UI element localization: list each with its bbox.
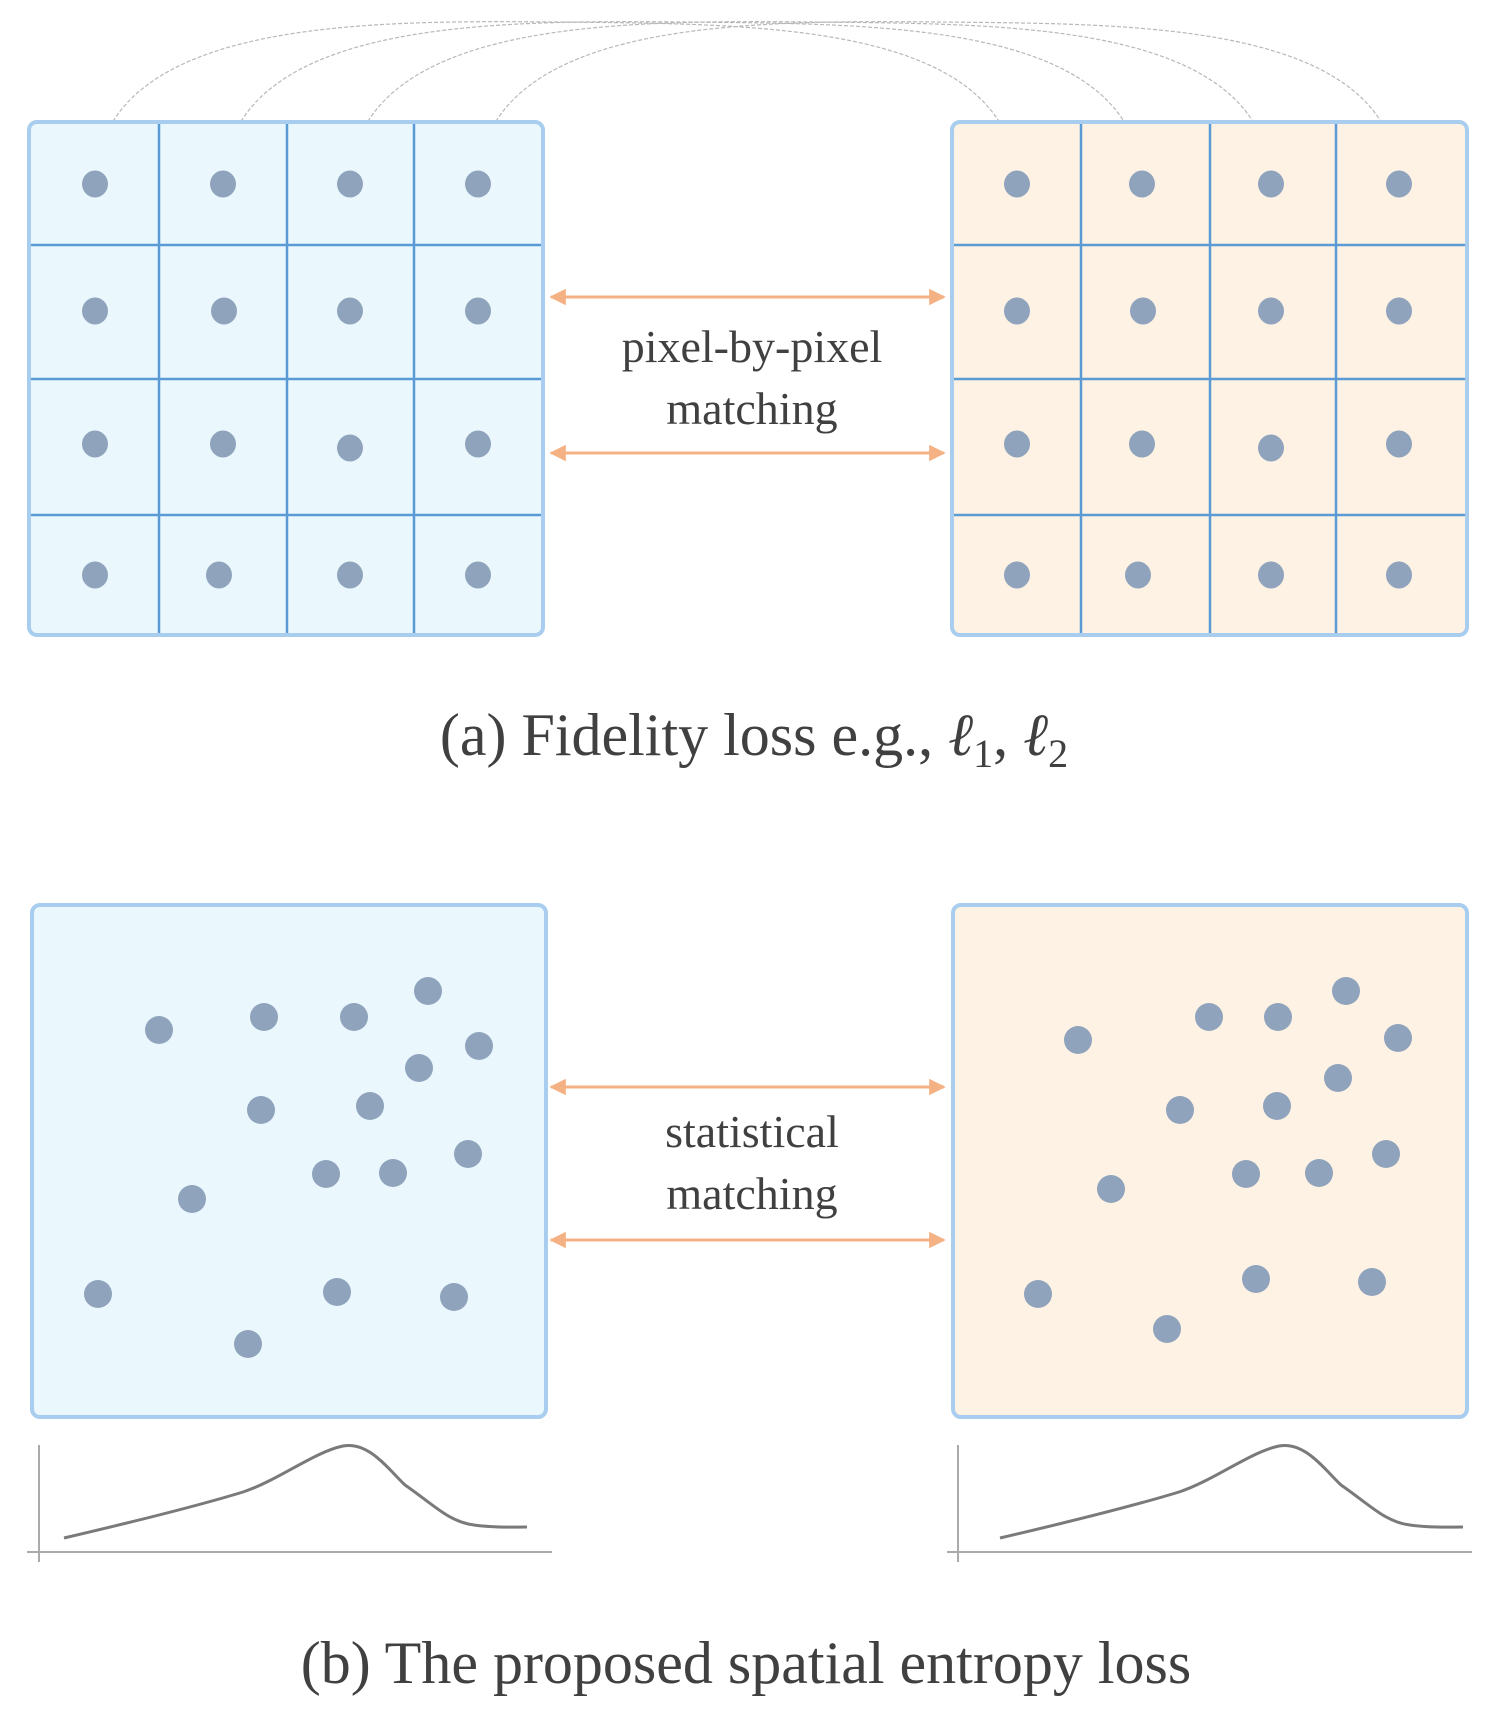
pixel-point: [206, 561, 232, 589]
pixel-point: [1125, 561, 1151, 589]
scatter-point: [1384, 1024, 1412, 1052]
scatter-point: [454, 1140, 482, 1168]
caption-a: (a) Fidelity loss e.g., ℓ1, ℓ2: [440, 700, 1068, 776]
pixel-point: [465, 561, 491, 589]
pixel-point: [82, 297, 108, 325]
scatter-point: [1372, 1140, 1400, 1168]
pixel-point: [1386, 561, 1412, 589]
scatter-point: [1358, 1268, 1386, 1296]
pixel-point: [1386, 170, 1412, 198]
matching-label-a: matching: [666, 383, 837, 434]
pixel-point: [337, 170, 363, 198]
scatter-point: [379, 1159, 407, 1187]
scatter-point: [234, 1330, 262, 1358]
pixel-point: [210, 170, 236, 198]
pixel-point: [1258, 561, 1284, 589]
matching-label-b: matching: [666, 1168, 837, 1219]
pixel-point: [1004, 561, 1030, 589]
subscript-2: 2: [1048, 731, 1068, 776]
scatter-point: [1064, 1026, 1092, 1054]
scatter-point: [356, 1092, 384, 1120]
pixel-point: [1386, 297, 1412, 325]
scatter-point: [1264, 1003, 1292, 1031]
figure: pixel-by-pixel matching (a) Fidelity los…: [27, 21, 1472, 1696]
pixel-point: [1004, 297, 1030, 325]
pixel-point: [465, 297, 491, 325]
scatter-point: [340, 1003, 368, 1031]
pixel-point: [82, 430, 108, 458]
scatter-point: [1166, 1096, 1194, 1124]
density-curve: [999, 1443, 1464, 1540]
scatter-point: [1232, 1160, 1260, 1188]
scatter-point: [1305, 1159, 1333, 1187]
panel-a-fidelity-loss: pixel-by-pixel matching (a) Fidelity los…: [27, 21, 1469, 776]
pixel-point: [1130, 297, 1156, 325]
scatter-point: [440, 1283, 468, 1311]
scatter-point: [323, 1278, 351, 1306]
scatter-point: [1024, 1280, 1052, 1308]
pixel-point: [1129, 170, 1155, 198]
pixel-point: [1386, 430, 1412, 458]
target-distribution-plot: [947, 1443, 1472, 1562]
scatter-point: [1263, 1092, 1291, 1120]
pixel-point: [210, 430, 236, 458]
scatter-point: [1195, 1003, 1223, 1031]
caption-a-separator: ,: [993, 702, 1023, 768]
scatter-point: [145, 1016, 173, 1044]
pixel-point: [1004, 170, 1030, 198]
pixel-point: [337, 297, 363, 325]
pixel-point: [337, 561, 363, 589]
caption-a-text: (a) Fidelity loss e.g.,: [440, 702, 948, 768]
pixel-point: [1258, 297, 1284, 325]
scatter-point: [247, 1096, 275, 1124]
scatter-point: [178, 1185, 206, 1213]
scatter-point: [312, 1160, 340, 1188]
scatter-point: [84, 1280, 112, 1308]
pixel-point: [211, 297, 237, 325]
pixel-by-pixel-label: pixel-by-pixel: [622, 321, 883, 372]
pixel-point: [1129, 430, 1155, 458]
scatter-point: [1332, 977, 1360, 1005]
pixel-point: [337, 434, 363, 462]
subscript-1: 1: [973, 731, 993, 776]
ell-1-symbol: ℓ: [948, 700, 973, 770]
scatter-point: [405, 1054, 433, 1082]
pixel-point: [1258, 170, 1284, 198]
pixel-point: [1004, 430, 1030, 458]
ell-2-symbol: ℓ: [1023, 700, 1048, 770]
scatter-point: [250, 1003, 278, 1031]
statistical-label: statistical: [665, 1106, 839, 1157]
pixel-point: [465, 170, 491, 198]
target-pixel-grid: [950, 120, 1469, 637]
pixel-point: [82, 561, 108, 589]
caption-b: (b) The proposed spatial entropy loss: [301, 1630, 1191, 1696]
scatter-point: [465, 1032, 493, 1060]
scatter-point: [1242, 1265, 1270, 1293]
scatter-point: [1153, 1315, 1181, 1343]
source-pixel-grid: [27, 120, 545, 637]
source-distribution-plot: [27, 1443, 552, 1562]
density-curve: [63, 1443, 528, 1540]
scatter-point: [1097, 1175, 1125, 1203]
scatter-point: [414, 977, 442, 1005]
pixel-point: [82, 170, 108, 198]
pixel-point: [1258, 434, 1284, 462]
pixel-point: [465, 430, 491, 458]
scatter-point: [1324, 1064, 1352, 1092]
panel-b-spatial-entropy-loss: statistical matching (b) The proposed sp…: [27, 903, 1472, 1696]
